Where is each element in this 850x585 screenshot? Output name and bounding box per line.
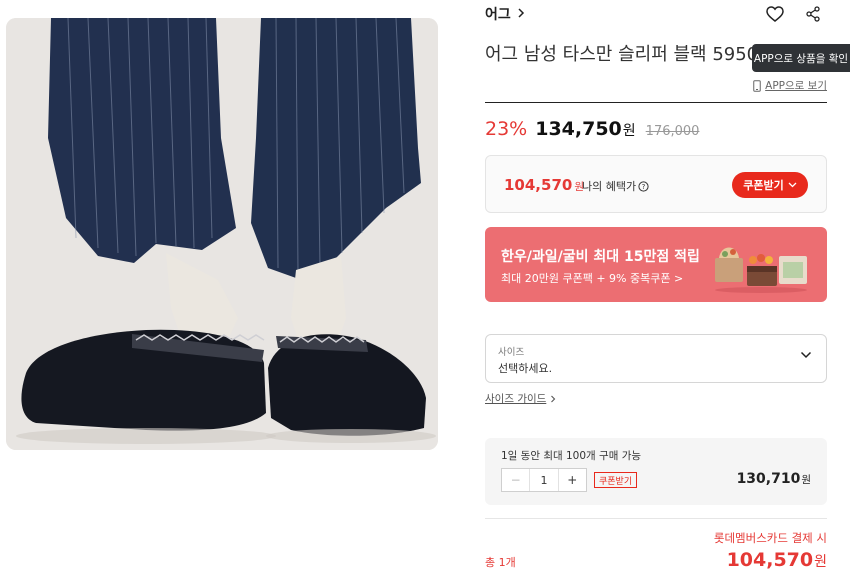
app-tooltip[interactable]: APP으로 상품을 확인 xyxy=(752,44,850,72)
benefit-box: 104,570 원 나의 혜택가 ? 쿠폰받기 xyxy=(485,155,827,213)
chevron-right-icon xyxy=(551,395,556,402)
promo-banner[interactable]: 한우/과일/굴비 최대 15만점 적립 최대 20만원 쿠폰팩 + 9% 중복쿠… xyxy=(485,227,827,302)
gift-set-image xyxy=(715,247,807,293)
coupon-tag-button[interactable]: 쿠폰받기 xyxy=(594,472,638,488)
sale-price: 134,750원 xyxy=(535,118,636,140)
discount-rate: 23% xyxy=(485,118,528,140)
mobile-icon xyxy=(753,79,761,92)
share-icon[interactable] xyxy=(803,4,823,24)
app-view-link[interactable]: APP으로 보기 xyxy=(753,78,827,93)
size-guide-link[interactable]: 사이즈 가이드 xyxy=(485,391,556,406)
svg-text:?: ? xyxy=(642,183,646,191)
chevron-down-icon xyxy=(800,351,812,359)
app-link-label: APP으로 보기 xyxy=(765,80,827,92)
product-image xyxy=(6,18,438,450)
size-placeholder: 선택하세요. xyxy=(498,362,553,375)
option-price: 130,710원 xyxy=(736,471,811,487)
coupon-download-button[interactable]: 쿠폰받기 xyxy=(732,172,808,198)
size-select[interactable]: 사이즈 선택하세요. xyxy=(485,334,827,383)
size-label: 사이즈 xyxy=(498,347,525,358)
price-row: 23% 134,750원 176,000 xyxy=(485,118,699,140)
divider xyxy=(485,102,827,103)
heart-icon[interactable] xyxy=(765,4,785,24)
benefit-label[interactable]: 나의 혜택가 ? xyxy=(582,178,649,194)
quantity-box: 1일 동안 최대 100개 구매 가능 − 1 + 쿠폰받기 130,710원 xyxy=(485,438,827,505)
quantity-stepper[interactable]: − 1 + xyxy=(501,468,587,492)
benefit-price: 104,570 원 xyxy=(504,176,584,194)
chevron-down-icon xyxy=(788,182,797,188)
divider xyxy=(485,518,827,519)
total-count: 총 1개 xyxy=(485,556,516,569)
original-price: 176,000 xyxy=(645,124,700,139)
product-title: 어그 남성 타스만 슬리퍼 블랙 5950 xyxy=(485,44,759,65)
decrease-quantity-button[interactable]: − xyxy=(502,469,531,491)
increase-quantity-button[interactable]: + xyxy=(557,469,586,491)
info-icon: ? xyxy=(638,180,649,192)
banner-subtitle: 최대 20만원 쿠폰팩 + 9% 중복쿠폰 > xyxy=(501,272,684,285)
purchase-limit-text: 1일 동안 최대 100개 구매 가능 xyxy=(501,450,642,462)
card-payment-note: 롯데멤버스카드 결제 시 xyxy=(713,531,827,545)
banner-title: 한우/과일/굴비 최대 15만점 적립 xyxy=(501,249,700,265)
chevron-right-icon xyxy=(517,7,525,21)
quantity-value: 1 xyxy=(540,473,548,487)
brand-link[interactable]: 어그 xyxy=(485,4,511,24)
total-price: 104,570원 xyxy=(726,549,827,571)
